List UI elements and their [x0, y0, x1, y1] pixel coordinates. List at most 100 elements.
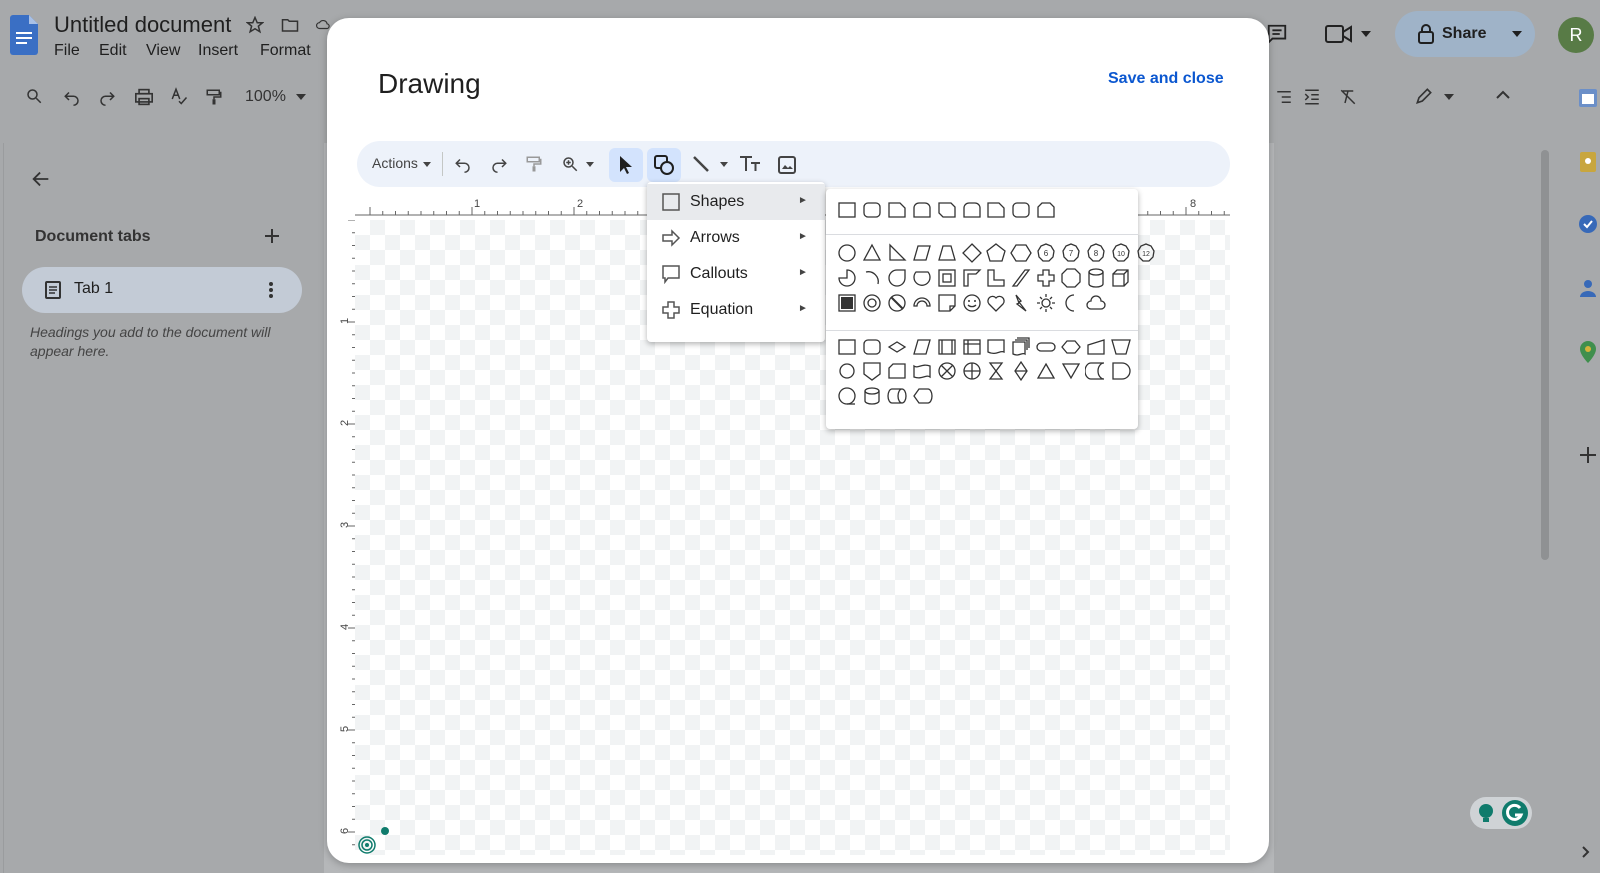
- menu-item-equation[interactable]: Equation ►: [647, 292, 825, 328]
- shape-blockarc-icon[interactable]: [911, 292, 933, 314]
- maps-icon[interactable]: [1580, 341, 1596, 363]
- shape-multidoc-icon[interactable]: [1010, 336, 1032, 358]
- zoom-select[interactable]: 100%: [245, 88, 286, 106]
- drawing-zoom-icon[interactable]: [561, 155, 579, 173]
- star-icon[interactable]: [246, 16, 264, 34]
- line-tool-icon[interactable]: [692, 155, 710, 173]
- shape-snip2-icon[interactable]: [1035, 199, 1057, 221]
- shape-or-icon[interactable]: [961, 360, 983, 382]
- clear-formatting-icon[interactable]: [1339, 88, 1357, 106]
- shape-prep-icon[interactable]: [1060, 336, 1082, 358]
- zoom-dropdown-icon[interactable]: [296, 94, 306, 100]
- shape-round1-icon[interactable]: [961, 199, 983, 221]
- shape-heart-icon[interactable]: [985, 292, 1007, 314]
- collapse-toolbar-icon[interactable]: [1496, 90, 1510, 100]
- actions-menu-label[interactable]: Actions: [372, 155, 418, 171]
- menu-insert[interactable]: Insert: [198, 42, 238, 60]
- grammarly-bulb-icon[interactable]: [1477, 803, 1495, 823]
- drawing-paint-format-icon[interactable]: [525, 154, 543, 174]
- shape-tear-icon[interactable]: [886, 267, 908, 289]
- shape-merge-icon[interactable]: [1060, 360, 1082, 382]
- shape-bolt-icon[interactable]: [1010, 292, 1032, 314]
- expand-panel-icon[interactable]: [1582, 846, 1590, 858]
- shape-moon-icon[interactable]: [1060, 292, 1082, 314]
- shape-manin-icon[interactable]: [1085, 336, 1107, 358]
- shape-rect-icon[interactable]: [836, 199, 858, 221]
- menu-item-shapes[interactable]: Shapes ►: [647, 184, 825, 220]
- menu-item-arrows[interactable]: Arrows ►: [647, 220, 825, 256]
- line-dropdown-icon[interactable]: [720, 162, 728, 167]
- editing-mode-dropdown-icon[interactable]: [1444, 94, 1454, 100]
- shape-pie-icon[interactable]: [836, 267, 858, 289]
- shape-plus-icon[interactable]: [1035, 267, 1057, 289]
- shape-smile-icon[interactable]: [961, 292, 983, 314]
- docs-logo-icon[interactable]: [10, 15, 38, 55]
- tab-item-tab1[interactable]: [22, 267, 302, 313]
- scrollbar[interactable]: [1541, 150, 1549, 560]
- shape-lshape-icon[interactable]: [985, 267, 1007, 289]
- shape-offpage-icon[interactable]: [861, 360, 883, 382]
- shape-magdisk-icon[interactable]: [861, 385, 883, 407]
- shape-card-icon[interactable]: [886, 360, 908, 382]
- shape-conn-icon[interactable]: [836, 360, 858, 382]
- menu-item-callouts[interactable]: Callouts ►: [647, 256, 825, 292]
- shape-snip1-icon[interactable]: [886, 199, 908, 221]
- cloud-status-icon[interactable]: [316, 18, 330, 32]
- shape-half-icon[interactable]: [961, 267, 983, 289]
- actions-dropdown-icon[interactable]: [423, 162, 431, 167]
- back-arrow-icon[interactable]: [30, 168, 52, 190]
- shape-badge-7-icon[interactable]: 7: [1060, 242, 1082, 264]
- shape-display-icon[interactable]: [911, 385, 933, 407]
- shape-manop-icon[interactable]: [1110, 336, 1132, 358]
- avatar[interactable]: R: [1558, 17, 1594, 53]
- zoom-dropdown-icon[interactable]: [586, 162, 594, 167]
- undo-icon[interactable]: [63, 88, 81, 106]
- shape-sumj-icon[interactable]: [936, 360, 958, 382]
- shape-tri-icon[interactable]: [861, 242, 883, 264]
- menu-edit[interactable]: Edit: [99, 42, 127, 60]
- shape-rtri-icon[interactable]: [886, 242, 908, 264]
- shape-diamond-icon[interactable]: [961, 242, 983, 264]
- meet-icon[interactable]: [1325, 24, 1353, 44]
- calendar-icon[interactable]: [1578, 88, 1598, 108]
- shape-nosym-icon[interactable]: [886, 292, 908, 314]
- shape-extract-icon[interactable]: [1035, 360, 1057, 382]
- shape-rrect-icon[interactable]: [1010, 199, 1032, 221]
- drawing-redo-icon[interactable]: [490, 155, 508, 173]
- shape-direct-icon[interactable]: [886, 385, 908, 407]
- text-box-icon[interactable]: [739, 155, 761, 173]
- shape-sun-icon[interactable]: [1035, 292, 1057, 314]
- shape-badge-12-icon[interactable]: 12: [1135, 242, 1157, 264]
- paint-format-icon[interactable]: [205, 87, 223, 107]
- shape-pent-icon[interactable]: [985, 242, 1007, 264]
- document-title[interactable]: Untitled document: [54, 12, 231, 38]
- shape-donut-icon[interactable]: [861, 292, 883, 314]
- tasks-icon[interactable]: [1578, 214, 1598, 234]
- shape-sort-icon[interactable]: [1010, 360, 1032, 382]
- shape-frame-icon[interactable]: [936, 267, 958, 289]
- shape-snipd-icon[interactable]: [936, 199, 958, 221]
- shape-hex-icon[interactable]: [1010, 242, 1033, 264]
- shape-arc-icon[interactable]: [861, 267, 883, 289]
- drawing-undo-icon[interactable]: [454, 155, 472, 173]
- shape-badge-10-icon[interactable]: 10: [1110, 242, 1132, 264]
- shape-delay-icon[interactable]: [1110, 360, 1132, 382]
- keep-icon[interactable]: [1580, 152, 1596, 172]
- add-tab-icon[interactable]: [265, 229, 279, 243]
- insert-image-icon[interactable]: [778, 156, 796, 174]
- menu-view[interactable]: View: [146, 42, 180, 60]
- shape-snip1-icon[interactable]: [985, 199, 1007, 221]
- shape-circle-icon[interactable]: [836, 242, 858, 264]
- shape-bevel-icon[interactable]: [836, 292, 858, 314]
- editing-mode-icon[interactable]: [1414, 86, 1434, 106]
- print-icon[interactable]: [134, 88, 154, 106]
- shape-rrect-icon[interactable]: [861, 336, 883, 358]
- shape-rect-icon[interactable]: [836, 336, 858, 358]
- meet-dropdown-icon[interactable]: [1361, 31, 1371, 37]
- menu-format[interactable]: Format: [260, 42, 311, 60]
- search-menus-icon[interactable]: [25, 87, 43, 105]
- save-and-close-button[interactable]: Save and close: [1108, 70, 1224, 88]
- shape-proc2-icon[interactable]: [936, 336, 958, 358]
- shape-cloud-icon[interactable]: [1085, 292, 1107, 314]
- comment-history-icon[interactable]: [1266, 23, 1288, 45]
